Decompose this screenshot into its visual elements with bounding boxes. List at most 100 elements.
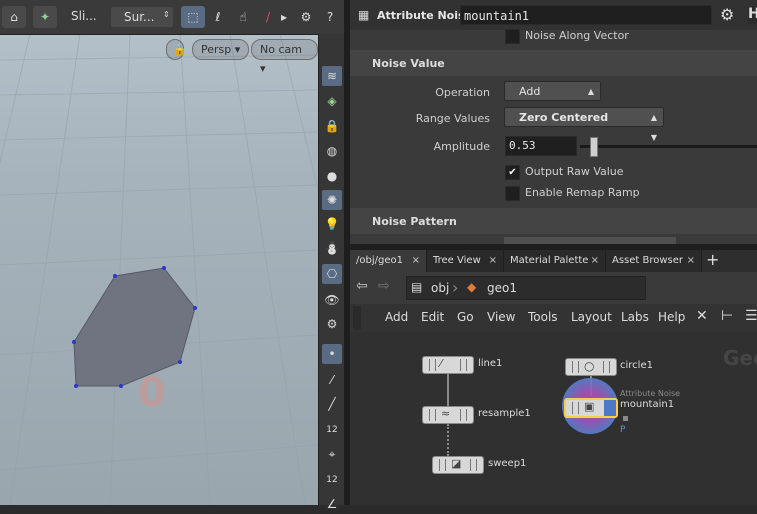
brush-select-icon[interactable]: ☝ [231, 6, 255, 28]
partial-dropdown[interactable] [504, 237, 676, 244]
forward-icon[interactable]: ⇨ [378, 278, 390, 294]
tab-asset-browser[interactable]: Asset Browser × [606, 250, 702, 272]
box-select-icon[interactable]: ⬚ [181, 6, 205, 28]
surface-dropdown[interactable]: Sur... ⇕ [111, 7, 173, 27]
wrench-icon[interactable]: ✕ [696, 308, 708, 324]
node-label-resample1: resample1 [478, 408, 531, 419]
node-label-sweep1: sweep1 [488, 458, 527, 469]
back-icon[interactable]: ⇦ [356, 278, 368, 294]
node-attrib-p: P [620, 425, 626, 435]
node-type-label-mountain1: Attribute Noise [620, 389, 681, 398]
menu-edit[interactable]: Edit [421, 310, 444, 324]
folder-icon: ▤ [411, 280, 423, 294]
dropdown-arrow-icon: ▲▼ [650, 113, 657, 142]
menu-tools[interactable]: Tools [528, 310, 558, 324]
noise-along-vector-checkbox[interactable] [505, 29, 520, 44]
viewport-toolbar: ⌂ ✦ Sli... Sur... ⇕ ⬚ ℓ ☝ / ▸ ⚙ ? [0, 0, 345, 35]
number-icon[interactable]: 12 [322, 420, 342, 440]
enable-remap-label: Enable Remap Ramp [525, 186, 640, 199]
light-bulb-icon[interactable]: 💡 [322, 214, 342, 234]
tab-tree-view[interactable]: Tree View × [427, 250, 504, 272]
home-icon[interactable]: ⌂ [2, 6, 26, 28]
node-mountain1[interactable]: ▣ [564, 398, 618, 418]
close-icon[interactable]: × [412, 250, 420, 272]
chevron-right-icon: › [452, 278, 459, 297]
amplitude-slider-track[interactable] [580, 145, 757, 148]
render-icon[interactable]: ⛄ [322, 238, 342, 258]
number2-icon[interactable]: 12 [322, 470, 342, 490]
help-h-icon[interactable]: H [748, 6, 757, 24]
node-label-mountain1: mountain1 [620, 399, 675, 410]
selection-options-icon[interactable]: ⚙ [294, 6, 318, 28]
tab-material-palette[interactable]: Material Palette × [504, 250, 606, 272]
play-icon[interactable]: ▸ [272, 6, 296, 28]
light-icon[interactable]: ✺ [322, 190, 342, 210]
layers-icon[interactable]: ≋ [322, 66, 342, 86]
resample-icon: ≈ [441, 407, 451, 420]
lock-camera-icon[interactable]: 🔒 [166, 39, 187, 60]
amplitude-field[interactable]: 0.53 [505, 136, 577, 156]
amplitude-label: Amplitude [433, 140, 490, 153]
help-icon[interactable]: ? [318, 6, 342, 28]
display-flag[interactable] [604, 400, 616, 416]
noise-value-section[interactable]: Noise Value [350, 50, 757, 76]
network-editor[interactable]: Geo ⁄ line1 ≈ resample1 ◪ sweep1 ○ circl… [350, 332, 757, 505]
list-icon[interactable]: ☰ [745, 308, 757, 324]
brush-icon[interactable]: ⌖ [322, 444, 342, 464]
angle-icon[interactable]: ∠ [322, 494, 342, 514]
camera-perspective-menu[interactable]: Persp ▾ [192, 39, 250, 60]
close-icon[interactable]: × [591, 250, 599, 272]
menu-help[interactable]: Help [658, 310, 685, 324]
face-icon[interactable]: ╱ [322, 394, 342, 414]
tree-icon[interactable]: ⊢ [721, 308, 733, 324]
add-tab-button[interactable]: + [706, 250, 719, 269]
settings-icon[interactable]: ⚙ [322, 314, 342, 334]
close-icon[interactable]: × [687, 250, 695, 272]
select-mode-label[interactable]: Sli... [71, 9, 97, 23]
camera-select-menu[interactable]: No cam ▾ [251, 39, 318, 75]
range-values-label: Range Values [415, 112, 490, 125]
menu-go[interactable]: Go [457, 310, 474, 324]
node-label-line1: line1 [478, 358, 503, 369]
node-type-icon: ▦ [358, 8, 370, 22]
eye-icon[interactable]: 👁 [322, 290, 342, 310]
scene-viewport[interactable]: 0 🔒 Persp ▾ No cam ▾ [0, 0, 318, 505]
camera-icon[interactable]: ⎔ [322, 264, 342, 284]
viewport-grid [0, 33, 318, 505]
lock-icon[interactable]: 🔒 [322, 116, 342, 136]
amplitude-slider-handle[interactable] [590, 137, 598, 157]
wire [447, 374, 449, 406]
wire-dotted [447, 424, 449, 456]
node-sweep1[interactable]: ◪ [432, 456, 484, 474]
lasso-icon[interactable]: ℓ [206, 6, 230, 28]
edge-icon[interactable]: ⁄ [322, 370, 342, 390]
menu-layout[interactable]: Layout [571, 310, 612, 324]
enable-remap-checkbox[interactable] [505, 186, 520, 201]
network-menu-bar: Add Edit Go View Tools Layout Labs Help … [350, 304, 757, 332]
node-resample1[interactable]: ≈ [422, 406, 474, 424]
close-icon[interactable]: × [489, 250, 497, 272]
breadcrumb-geo1[interactable]: geo1 [487, 281, 517, 295]
operation-dropdown[interactable]: Add ▲▼ [504, 81, 601, 116]
geo-icon: ◆ [467, 280, 477, 294]
noise-icon: ▣ [584, 400, 595, 413]
breadcrumb-obj[interactable]: obj [431, 281, 449, 295]
menu-add[interactable]: Add [385, 310, 408, 324]
shading-icon[interactable]: ● [322, 166, 342, 186]
menu-labs[interactable]: Labs [621, 310, 649, 324]
menu-handle[interactable] [353, 306, 361, 330]
sweep-icon: ◪ [451, 457, 462, 470]
node-line1[interactable]: ⁄ [422, 356, 474, 374]
tab-obj-geo1[interactable]: /obj/geo1 × [350, 250, 427, 272]
menu-view[interactable]: View [487, 310, 515, 324]
node-circle1[interactable]: ○ [565, 358, 617, 376]
node-name-field[interactable]: mountain1 [460, 5, 712, 25]
visibility-icon[interactable]: ◈ [322, 91, 342, 111]
noise-pattern-section[interactable]: Noise Pattern [350, 208, 757, 234]
point-icon[interactable]: • [322, 344, 342, 364]
output-raw-checkbox[interactable]: ✔ [505, 165, 520, 180]
range-values-dropdown[interactable]: Zero Centered ▲ ▼ [504, 107, 664, 142]
gear-icon[interactable]: ⚙ [720, 5, 746, 25]
select-tool-icon[interactable]: ✦ [33, 6, 57, 28]
ghost-icon[interactable]: ◍ [322, 141, 342, 161]
